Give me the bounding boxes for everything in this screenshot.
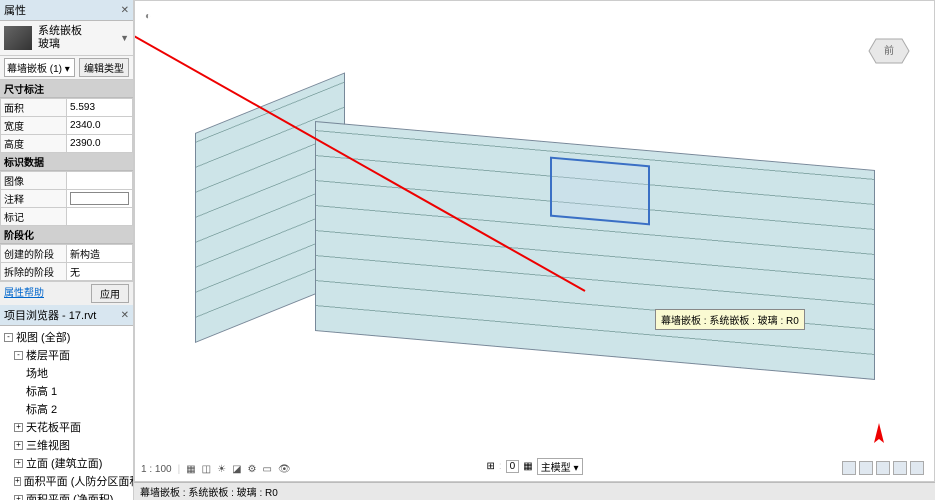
properties-header: 属性 ✕ xyxy=(0,0,133,21)
tree-toggle-icon[interactable]: - xyxy=(4,333,13,342)
tree-item[interactable]: 标高 1 xyxy=(2,382,131,400)
tree-item[interactable]: +面积平面 (人防分区面积) xyxy=(2,472,131,490)
instance-row: 幕墙嵌板 (1) ▾ 编辑类型 xyxy=(0,56,133,80)
sun-path-icon[interactable]: ☀ xyxy=(217,464,226,475)
tree-item[interactable]: +面积平面 (净面积) xyxy=(2,490,131,500)
edit-type-button[interactable]: 编辑类型 xyxy=(79,58,129,77)
type-selector[interactable]: 系统嵌板 玻璃 ▼ xyxy=(0,21,133,56)
tree-item[interactable]: 场地 xyxy=(2,364,131,382)
status-bar: 幕墙嵌板 : 系统嵌板 : 玻璃 : R0 xyxy=(134,482,935,500)
properties-footer: 属性帮助 应用 xyxy=(0,281,133,305)
close-icon[interactable]: ✕ xyxy=(121,310,129,321)
status-text: 幕墙嵌板 : 系统嵌板 : 玻璃 : R0 xyxy=(140,484,278,499)
identity-table: 图像 注释 标记 xyxy=(0,171,133,226)
chevron-down-icon[interactable]: ▼ xyxy=(120,33,129,43)
table-row: 注释 xyxy=(1,190,133,208)
design-option-select[interactable]: 主模型 ▾ xyxy=(537,458,583,475)
type-thumbnail-icon xyxy=(4,26,32,50)
browser-header: 项目浏览器 - 17.rvt ✕ xyxy=(0,305,133,326)
table-row: 宽度2340.0 xyxy=(1,117,133,135)
table-row: 面积5.593 xyxy=(1,99,133,117)
dims-table: 面积5.593 宽度2340.0 高度2390.0 xyxy=(0,98,133,153)
tree-item[interactable]: -楼层平面 xyxy=(2,346,131,364)
tree-toggle-icon[interactable]: - xyxy=(14,351,23,360)
type-sub: 玻璃 xyxy=(38,38,120,51)
table-row: 拆除的阶段无 xyxy=(1,263,133,281)
section-identity[interactable]: 标识数据 xyxy=(0,153,133,171)
tree-item[interactable]: +立面 (建筑立面) xyxy=(2,454,131,472)
project-browser[interactable]: -视图 (全部)-楼层平面场地标高 1标高 2+天花板平面+三维视图+立面 (建… xyxy=(0,326,133,500)
tree-label: 标高 2 xyxy=(26,401,57,417)
crop-icon[interactable]: ▭ xyxy=(263,464,272,475)
workset-icon[interactable]: ⊞ xyxy=(487,461,495,472)
filter-pin-icon[interactable] xyxy=(876,461,890,475)
building-model xyxy=(315,121,934,381)
phasing-table: 创建的阶段新构造 拆除的阶段无 xyxy=(0,244,133,281)
hide-icon[interactable]: 👁 xyxy=(278,464,291,475)
filter-underlay-icon[interactable] xyxy=(859,461,873,475)
instance-select[interactable]: 幕墙嵌板 (1) ▾ xyxy=(4,58,75,77)
tree-item[interactable]: +三维视图 xyxy=(2,436,131,454)
table-row: 高度2390.0 xyxy=(1,135,133,153)
table-row: 创建的阶段新构造 xyxy=(1,245,133,263)
comment-input[interactable] xyxy=(70,192,129,205)
section-phasing[interactable]: 阶段化 xyxy=(0,226,133,244)
tree-item[interactable]: 标高 2 xyxy=(2,400,131,418)
tree-toggle-icon[interactable]: + xyxy=(14,495,23,500)
table-row: 标记 xyxy=(1,208,133,226)
tree-label: 立面 (建筑立面) xyxy=(26,455,102,471)
value-stepper[interactable]: 0 xyxy=(506,460,520,473)
tree-toggle-icon[interactable]: + xyxy=(14,477,21,486)
render-icon[interactable]: ⚙ xyxy=(248,464,257,475)
filter-drag-icon[interactable] xyxy=(910,461,924,475)
browser-title: 项目浏览器 - 17.rvt xyxy=(4,307,96,323)
tree-item[interactable]: -视图 (全部) xyxy=(2,328,131,346)
tree-item[interactable]: +天花板平面 xyxy=(2,418,131,436)
tree-toggle-icon[interactable]: + xyxy=(14,441,23,450)
filter-face-icon[interactable] xyxy=(893,461,907,475)
svg-text:前: 前 xyxy=(884,44,894,57)
tree-label: 视图 (全部) xyxy=(16,329,70,345)
visual-style-icon[interactable]: ◫ xyxy=(202,464,211,475)
properties-title: 属性 xyxy=(4,2,26,18)
scale-display[interactable]: 1 : 100 xyxy=(141,464,172,475)
view-control-bar: 1 : 100 | ▦ ◫ ☀ ◪ ⚙ ▭ 👁 xyxy=(141,464,291,475)
tree-toggle-icon[interactable]: + xyxy=(14,459,23,468)
mid-controls: ⊞ : 0 ▦ 主模型 ▾ xyxy=(487,458,583,475)
section-dimensions[interactable]: 尺寸标注 xyxy=(0,80,133,98)
tree-label: 楼层平面 xyxy=(26,347,70,363)
tree-label: 三维视图 xyxy=(26,437,70,453)
table-row: 图像 xyxy=(1,172,133,190)
shadows-icon[interactable]: ◪ xyxy=(232,464,241,475)
detail-level-icon[interactable]: ▦ xyxy=(186,464,195,475)
element-tooltip: 幕墙嵌板 : 系统嵌板 : 玻璃 : R0 xyxy=(655,309,805,330)
selection-filters xyxy=(842,461,924,475)
tree-label: 标高 1 xyxy=(26,383,57,399)
design-option-icon[interactable]: ▦ xyxy=(523,461,532,472)
tree-label: 面积平面 (人防分区面积) xyxy=(24,473,133,489)
selected-curtain-panel[interactable] xyxy=(550,157,650,226)
nav-wheel-icon[interactable]: ◐ xyxy=(145,11,151,22)
apply-button[interactable]: 应用 xyxy=(91,284,129,303)
tree-toggle-icon[interactable]: + xyxy=(14,423,23,432)
annotation-arrow-small xyxy=(869,421,899,451)
type-labels: 系统嵌板 玻璃 xyxy=(38,25,120,51)
close-icon[interactable]: ✕ xyxy=(121,5,129,16)
tree-label: 天花板平面 xyxy=(26,419,81,435)
viewcube[interactable]: 前 xyxy=(864,21,914,71)
tree-label: 面积平面 (净面积) xyxy=(26,491,113,500)
viewport-3d[interactable]: ◐ 前 幕墙嵌板 : 系统嵌板 : 玻璃 : R0 1 : 100 | xyxy=(134,0,935,482)
tree-label: 场地 xyxy=(26,365,48,381)
filter-link-icon[interactable] xyxy=(842,461,856,475)
properties-help-link[interactable]: 属性帮助 xyxy=(4,284,44,303)
type-name: 系统嵌板 xyxy=(38,25,120,38)
